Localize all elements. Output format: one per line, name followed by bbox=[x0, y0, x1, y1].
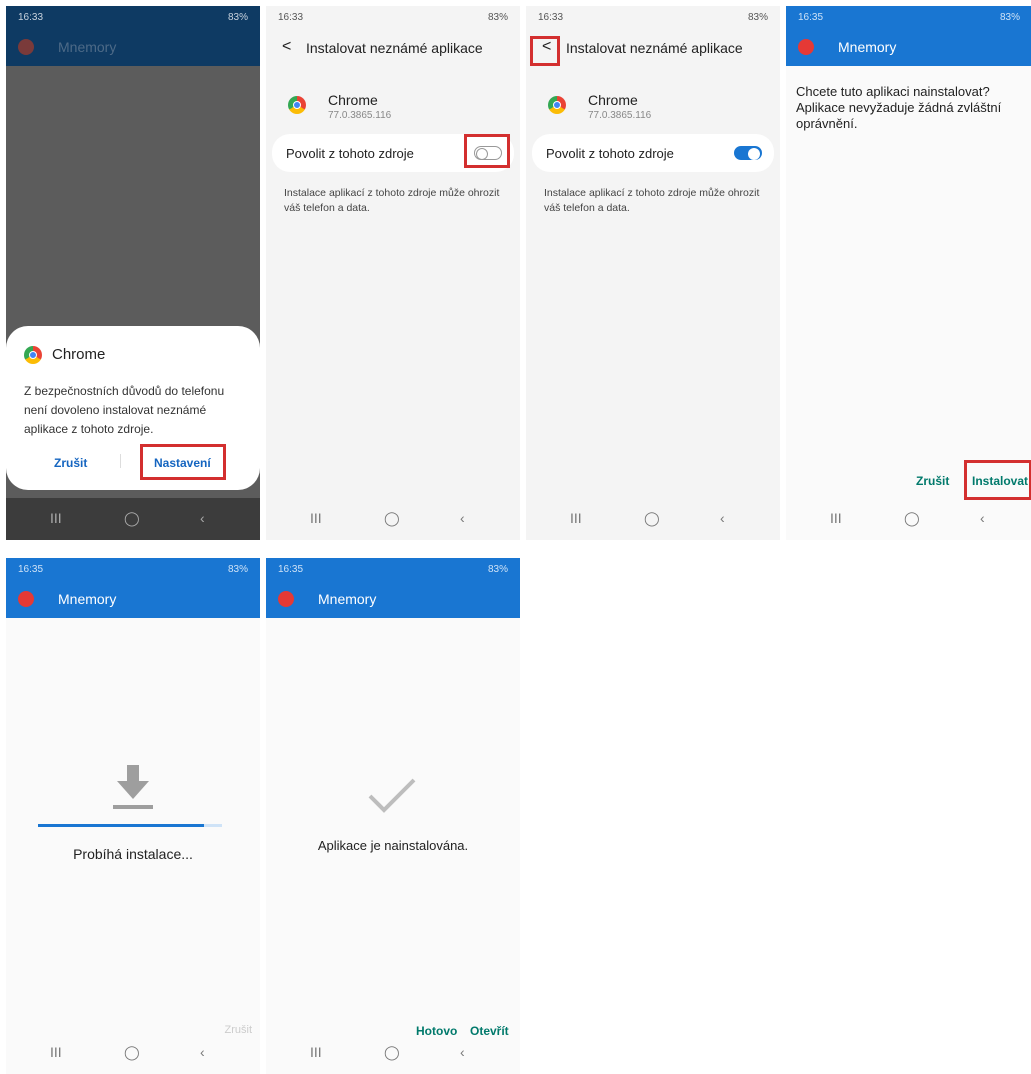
home-icon[interactable]: ◯ bbox=[904, 510, 920, 527]
page-title: Instalovat neznámé aplikace bbox=[306, 40, 483, 56]
back-icon[interactable]: ‹ bbox=[200, 1044, 205, 1060]
screen-unknown-source-dialog: 16:33 83% Mnemory Chrome Z bezpečnostníc… bbox=[6, 6, 260, 540]
app-bar: Mnemory bbox=[6, 28, 260, 66]
recents-icon[interactable]: III bbox=[310, 1044, 322, 1060]
warning-text: Instalace aplikací z tohoto zdroje může … bbox=[544, 187, 760, 214]
screen-settings-toggle-on: 16:33 83% < Instalovat neznámé aplikace … bbox=[526, 6, 780, 540]
screen-install-confirm: 16:35 83% Mnemory Chcete tuto aplikaci n… bbox=[786, 6, 1031, 540]
home-icon[interactable]: ◯ bbox=[124, 1044, 140, 1061]
home-icon[interactable]: ◯ bbox=[384, 1044, 400, 1061]
app-title: Mnemory bbox=[58, 39, 117, 55]
screen-installing: 16:35 83% Mnemory Probíhá instalace... Z… bbox=[6, 558, 260, 1074]
app-version: 77.0.3865.116 bbox=[328, 110, 392, 121]
nav-bar: III ◯ ‹ bbox=[6, 1032, 260, 1074]
nav-bar: III ◯ ‹ bbox=[266, 498, 520, 540]
settings-header: < Instalovat neznámé aplikace bbox=[266, 28, 520, 68]
warning-text: Instalace aplikací z tohoto zdroje může … bbox=[284, 187, 500, 214]
install-status: Probíhá instalace... bbox=[73, 846, 193, 862]
back-icon[interactable]: ‹ bbox=[460, 1044, 465, 1060]
recents-icon[interactable]: III bbox=[50, 510, 62, 526]
app-bar: Mnemory bbox=[6, 580, 260, 618]
chrome-icon bbox=[288, 96, 306, 114]
nav-bar: III ◯ ‹ bbox=[526, 498, 780, 540]
recents-icon[interactable]: III bbox=[50, 1044, 62, 1060]
divider bbox=[120, 454, 121, 468]
recents-icon[interactable]: III bbox=[310, 510, 322, 526]
app-logo-icon bbox=[18, 591, 34, 607]
home-icon[interactable]: ◯ bbox=[384, 510, 400, 527]
install-blocked-dialog: Chrome Z bezpečnostních důvodů do telefo… bbox=[6, 326, 260, 490]
home-icon[interactable]: ◯ bbox=[644, 510, 660, 527]
chrome-icon bbox=[548, 96, 566, 114]
nav-bar: III ◯ ‹ bbox=[786, 498, 1031, 540]
app-title: Mnemory bbox=[838, 39, 897, 55]
app-name: Chrome bbox=[588, 92, 638, 108]
settings-header: < Instalovat neznámé aplikace bbox=[526, 28, 780, 68]
recents-icon[interactable]: III bbox=[570, 510, 582, 526]
nav-bar: III ◯ ‹ bbox=[266, 1032, 520, 1074]
dialog-app-name: Chrome bbox=[52, 346, 106, 363]
highlight-box bbox=[140, 444, 226, 480]
screen-settings-toggle-off: 16:33 83% < Instalovat neznámé aplikace … bbox=[266, 6, 520, 540]
app-bar: Mnemory bbox=[266, 580, 520, 618]
screen-installed: 16:35 83% Mnemory Aplikace je nainstalov… bbox=[266, 558, 520, 1074]
allow-source-toggle[interactable] bbox=[734, 146, 762, 160]
checkmark-icon bbox=[368, 778, 416, 813]
app-logo-icon bbox=[278, 591, 294, 607]
status-bar: 16:35 83% bbox=[6, 558, 260, 580]
app-bar: Mnemory bbox=[786, 28, 1031, 66]
page-title: Instalovat neznámé aplikace bbox=[566, 40, 743, 56]
dialog-message: Z bezpečnostních důvodů do telefonu není… bbox=[24, 384, 225, 436]
back-icon[interactable]: ‹ bbox=[980, 510, 985, 526]
progress-bar bbox=[38, 824, 222, 827]
app-logo-icon bbox=[18, 39, 34, 55]
app-title: Mnemory bbox=[318, 591, 377, 607]
cancel-button[interactable]: Zrušit bbox=[54, 456, 87, 470]
cancel-button[interactable]: Zrušit bbox=[916, 474, 949, 488]
status-bar: 16:33 83% bbox=[538, 12, 768, 23]
home-icon[interactable]: ◯ bbox=[124, 510, 140, 527]
status-bar: 16:35 83% bbox=[786, 6, 1031, 28]
toggle-label: Povolit z tohoto zdroje bbox=[546, 146, 674, 161]
highlight-box bbox=[964, 460, 1031, 500]
back-icon[interactable]: ‹ bbox=[720, 510, 725, 526]
app-name: Chrome bbox=[328, 92, 378, 108]
chrome-icon bbox=[24, 346, 42, 364]
recents-icon[interactable]: III bbox=[830, 510, 842, 526]
app-logo-icon bbox=[798, 39, 814, 55]
back-icon[interactable]: ‹ bbox=[200, 510, 205, 526]
install-status: Aplikace je nainstalována. bbox=[317, 838, 469, 853]
highlight-box bbox=[464, 134, 510, 168]
toggle-knob bbox=[748, 148, 760, 160]
back-icon[interactable]: ‹ bbox=[460, 510, 465, 526]
status-bar: 16:33 83% bbox=[6, 6, 260, 28]
allow-source-row[interactable]: Povolit z tohoto zdroje bbox=[532, 134, 774, 172]
app-title: Mnemory bbox=[58, 591, 117, 607]
status-bar: 16:35 83% bbox=[266, 558, 520, 580]
install-question: Chcete tuto aplikaci nainstalovat? Aplik… bbox=[796, 84, 1002, 131]
toggle-label: Povolit z tohoto zdroje bbox=[286, 146, 414, 161]
download-icon bbox=[113, 765, 153, 809]
nav-bar: III ◯ ‹ bbox=[6, 498, 260, 540]
app-version: 77.0.3865.116 bbox=[588, 110, 652, 121]
status-bar: 16:33 83% bbox=[278, 12, 508, 23]
highlight-box bbox=[530, 36, 560, 66]
back-arrow-icon[interactable]: < bbox=[282, 38, 291, 56]
progress-fill bbox=[38, 824, 204, 827]
